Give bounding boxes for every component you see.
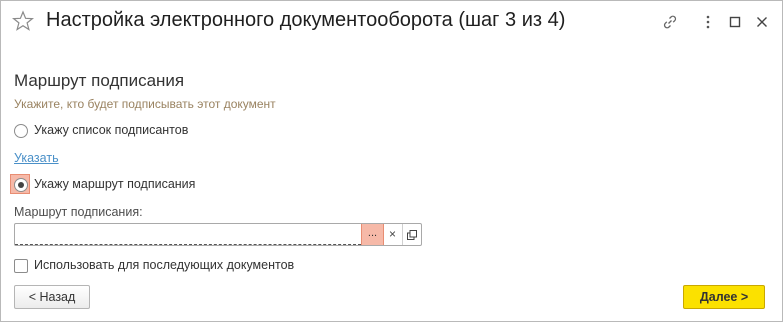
route-open-button[interactable] (403, 224, 421, 245)
section-hint: Укажите, кто будет подписывать этот доку… (14, 97, 276, 111)
radio-signers-list-label[interactable]: Укажу список подписантов (34, 123, 188, 137)
route-clear-button[interactable]: × (383, 224, 403, 245)
title-bar: Настройка электронного документооборота … (1, 1, 782, 45)
radio-button-unchecked[interactable] (14, 124, 28, 138)
link-icon[interactable] (661, 13, 679, 31)
open-window-icon (407, 230, 417, 240)
reuse-checkbox[interactable] (14, 259, 28, 273)
radio-button-checked[interactable] (14, 178, 28, 192)
radio-selected-dot (18, 182, 24, 188)
window-title: Настройка электронного документооборота … (46, 9, 566, 31)
next-button[interactable]: Далее > (683, 285, 765, 309)
section-title: Маршрут подписания (14, 71, 185, 90)
route-select-button[interactable]: ... (361, 224, 384, 245)
favorite-star-icon[interactable] (12, 10, 34, 32)
route-input[interactable] (15, 224, 361, 245)
close-icon[interactable] (753, 13, 771, 31)
route-field-label: Маршрут подписания: (14, 205, 143, 219)
specify-signers-link[interactable]: Указать (14, 151, 59, 165)
dialog-window: Настройка электронного документооборота … (0, 0, 783, 322)
more-icon[interactable] (699, 13, 717, 31)
route-field: ... × (14, 223, 422, 246)
radio-signing-route-label[interactable]: Укажу маршрут подписания (34, 177, 195, 191)
back-button[interactable]: < Назад (14, 285, 90, 309)
maximize-icon[interactable] (726, 13, 744, 31)
reuse-checkbox-label[interactable]: Использовать для последующих документов (34, 258, 294, 272)
